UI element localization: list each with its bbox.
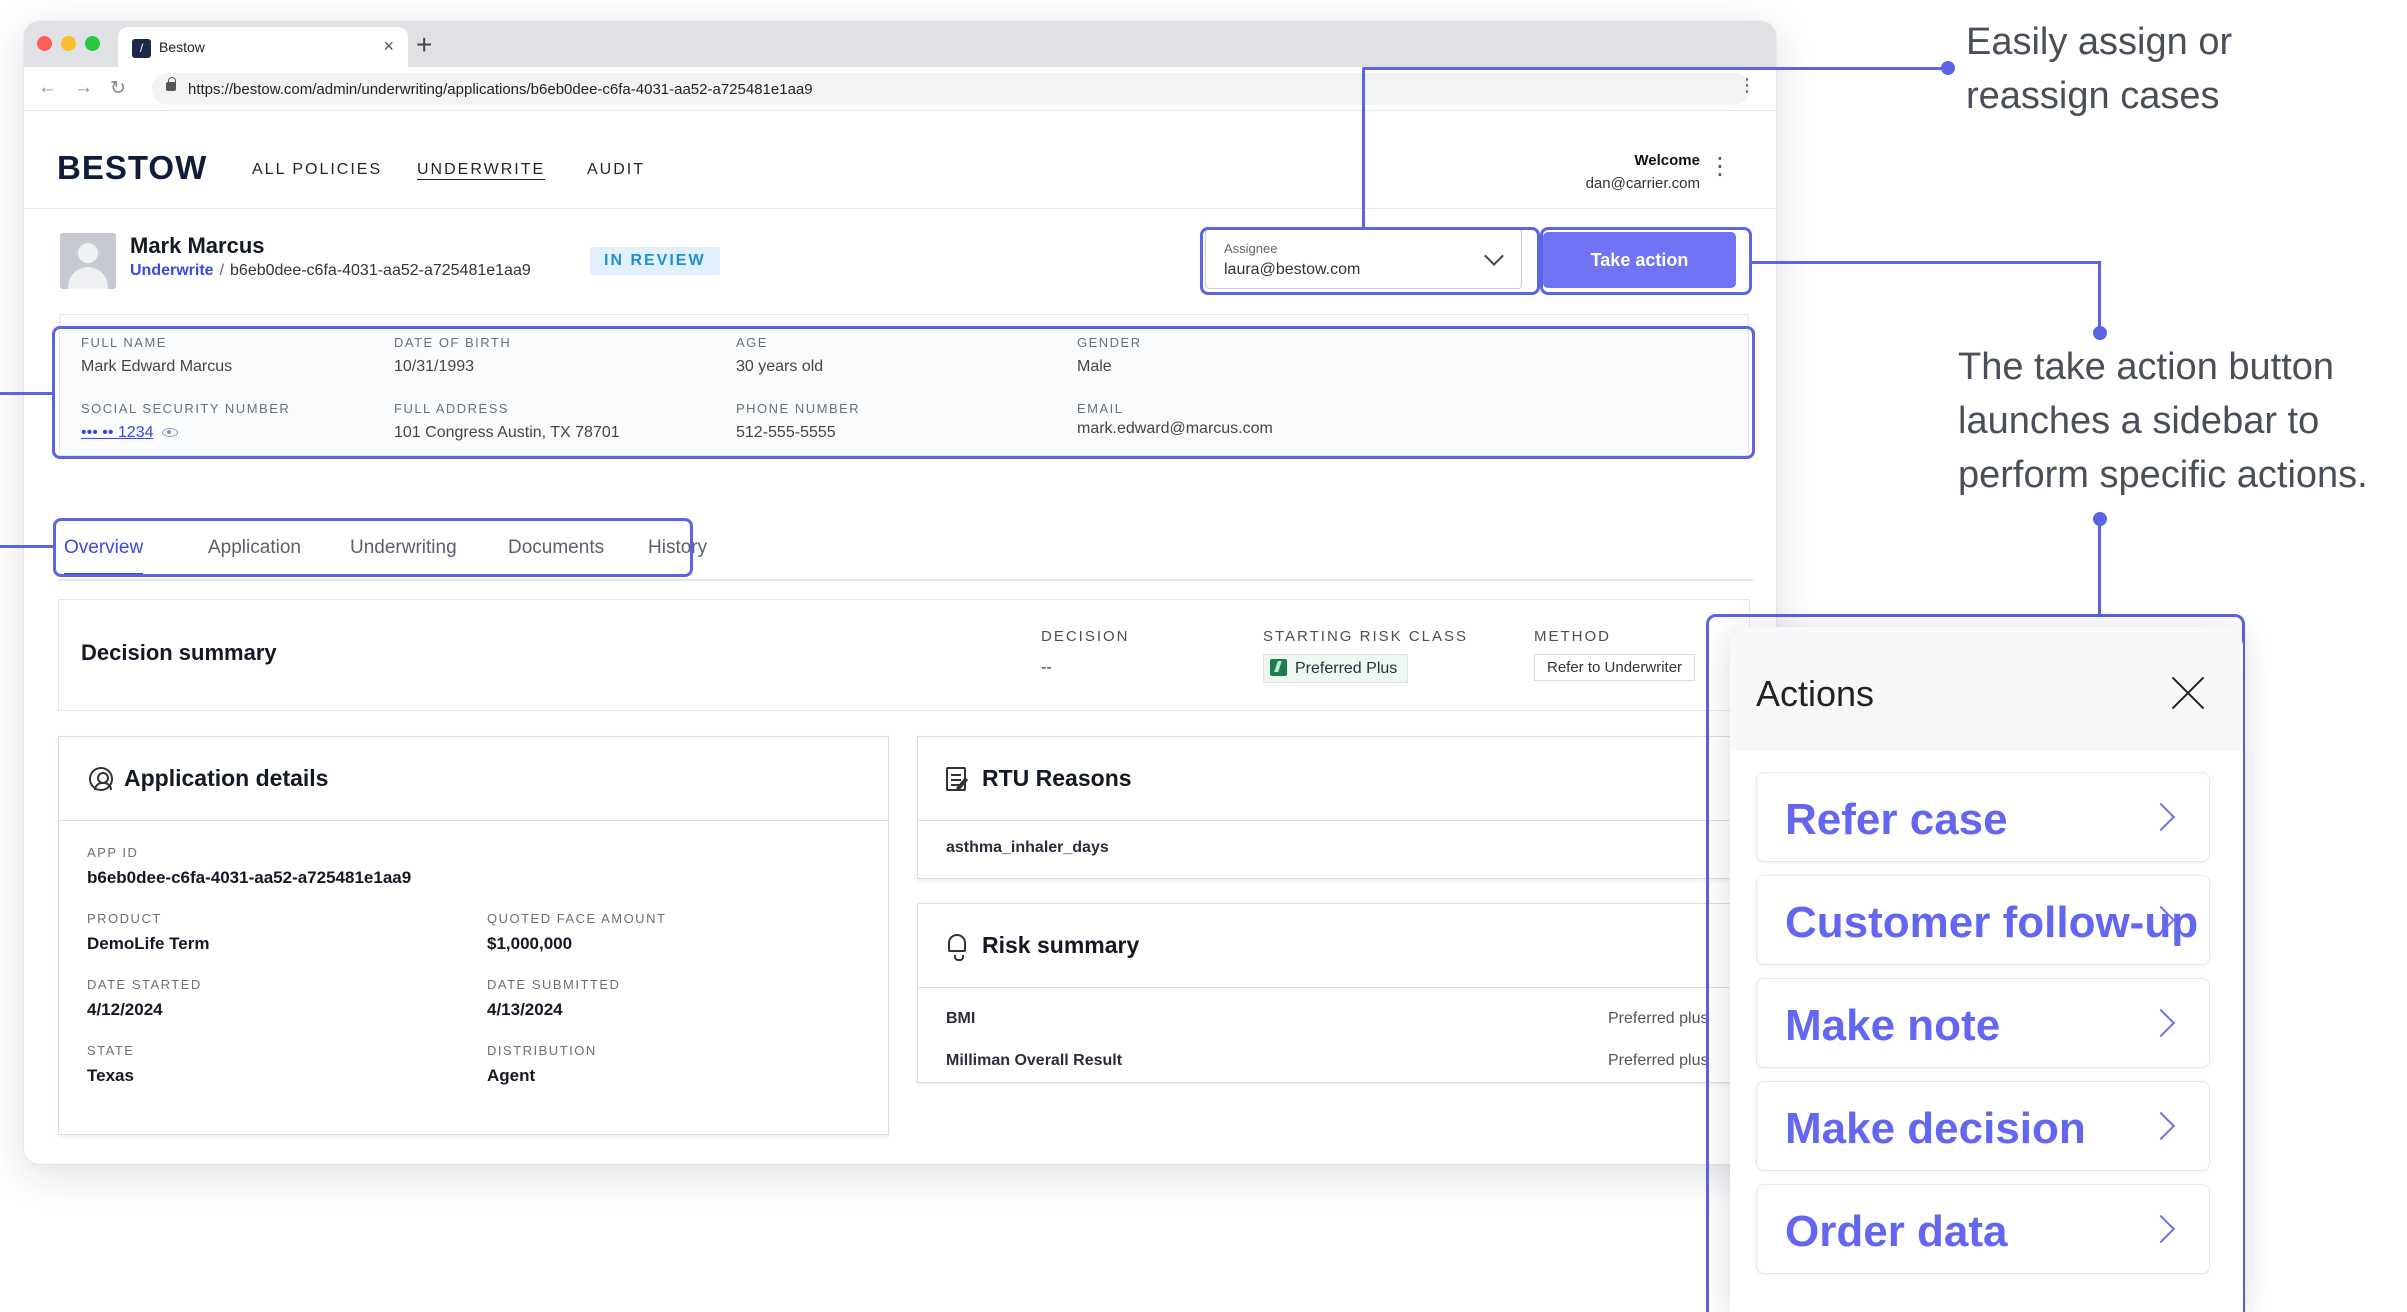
risk-summary-title: Risk summary — [982, 932, 1140, 958]
user-menu-icon[interactable]: ⋮ — [1708, 155, 1732, 179]
rtu-reasons-header: RTU Reasons — [918, 737, 1749, 821]
date-submitted-field: DATE SUBMITTED 4/13/2024 — [487, 977, 621, 1019]
reload-icon[interactable]: ↻ — [110, 77, 126, 100]
action-customer-follow-up[interactable]: Customer follow-up — [1756, 875, 2210, 965]
tabs-callout-line — [0, 545, 53, 548]
actions-title: Actions — [1756, 673, 1875, 714]
user-welcome: Welcome dan@carrier.com — [1586, 152, 1700, 192]
chevron-right-icon — [2146, 802, 2176, 832]
breadcrumb: Underwrite / b6eb0dee-c6fa-4031-aa52-a7254… — [130, 262, 531, 279]
browser-tab[interactable]: / Bestow × — [118, 27, 408, 67]
bestow-logo[interactable]: BESTOW — [57, 149, 207, 187]
back-arrow-icon[interactable]: ← — [38, 77, 57, 99]
risk-row-label: BMI — [946, 1010, 976, 1027]
assign-line-vertical — [1362, 70, 1365, 227]
date-started-field: DATE STARTED 4/12/2024 — [87, 977, 202, 1019]
risk-row-value: Preferred plus — [1608, 1010, 1709, 1027]
risk-summary-header: Risk summary — [918, 904, 1749, 988]
assign-annotation: Easily assign or reassign cases — [1966, 21, 2233, 117]
risk-row-value: Preferred plus — [1608, 1052, 1709, 1069]
leaf-icon — [1270, 659, 1287, 676]
quoted-face-amount-field: QUOTED FACE AMOUNT $1,000,000 — [487, 911, 667, 953]
chevron-right-icon — [2146, 1008, 2176, 1038]
app-id-field: APP ID b6eb0dee-c6fa-4031-aa52-a725481e1… — [87, 845, 412, 887]
info-callout-line — [0, 392, 52, 395]
breadcrumb-underwrite-link[interactable]: Underwrite — [130, 262, 214, 279]
action-make-note[interactable]: Make note — [1756, 978, 2210, 1068]
risk-row-label: Milliman Overall Result — [946, 1052, 1123, 1069]
decision-field: DECISION -- — [1041, 628, 1130, 676]
new-tab-icon[interactable]: + — [416, 29, 432, 61]
assign-line-horizontal — [1362, 67, 1947, 70]
close-tab-icon[interactable]: × — [383, 36, 394, 57]
marketing-canvas: / Bestow × + ← → ↻ https://bestow.com/ad… — [0, 0, 2407, 1312]
tabs-callout — [53, 518, 693, 577]
patient-avatar — [60, 233, 116, 289]
forward-arrow-icon[interactable]: → — [74, 77, 93, 99]
user-circle-icon — [89, 767, 113, 791]
starting-risk-class-field: STARTING RISK CLASS Preferred Plus — [1263, 628, 1468, 683]
take-action-dot — [2093, 326, 2107, 340]
chevron-right-icon — [2146, 1111, 2176, 1141]
chevron-right-icon — [2146, 1214, 2176, 1244]
nav-underwrite[interactable]: UNDERWRITE — [417, 161, 545, 179]
take-action-line-horizontal — [1752, 261, 2100, 264]
close-icon[interactable] — [2170, 675, 2206, 711]
application-details-header: Application details — [59, 737, 888, 821]
maximize-window-button[interactable] — [85, 36, 100, 51]
take-action-line-vertical — [2098, 261, 2101, 329]
status-badge: IN REVIEW — [590, 247, 720, 275]
nav-all-policies[interactable]: ALL POLICIES — [252, 161, 382, 179]
note-edit-icon — [946, 767, 966, 791]
rtu-reason-item: asthma_inhaler_days — [946, 839, 1109, 856]
method-field: METHOD Refer to Underwriter — [1534, 628, 1696, 681]
rtu-reasons-title: RTU Reasons — [982, 765, 1132, 791]
decision-summary-title: Decision summary — [81, 640, 277, 665]
assign-dot — [1941, 61, 1955, 75]
product-field: PRODUCT DemoLife Term — [87, 911, 210, 953]
url-text: https://bestow.com/admin/underwriting/ap… — [188, 81, 813, 98]
patient-name: Mark Marcus — [130, 233, 265, 258]
bestow-favicon-icon: / — [132, 39, 151, 58]
nav-audit[interactable]: AUDIT — [587, 161, 645, 179]
browser-menu-icon[interactable]: ⋮ — [1738, 75, 1756, 96]
app-header: BESTOW ALL POLICIES UNDERWRITE AUDIT Wel… — [24, 111, 1776, 209]
browser-tab-strip: / Bestow × + — [24, 21, 1776, 67]
risk-summary-card: Risk summary BMI Preferred plus Milliman… — [917, 903, 1750, 1083]
action-order-data[interactable]: Order data — [1756, 1184, 2210, 1274]
application-details-title: Application details — [124, 765, 329, 791]
method-pill: Refer to Underwriter — [1534, 654, 1696, 681]
welcome-label: Welcome — [1634, 152, 1700, 169]
browser-window: / Bestow × + ← → ↻ https://bestow.com/ad… — [24, 21, 1776, 1164]
state-field: STATE Texas — [87, 1043, 135, 1085]
user-email: dan@carrier.com — [1585, 175, 1700, 192]
risk-class-pill: Preferred Plus — [1263, 654, 1409, 683]
close-window-button[interactable] — [37, 36, 52, 51]
decision-summary-card: Decision summary DECISION -- STARTING RI… — [58, 599, 1750, 711]
browser-tab-title: Bestow — [159, 39, 205, 55]
info-card-callout — [52, 326, 1755, 459]
action-make-decision[interactable]: Make decision — [1756, 1081, 2210, 1171]
address-bar-row: ← → ↻ https://bestow.com/admin/underwrit… — [24, 67, 1776, 111]
url-bar[interactable]: https://bestow.com/admin/underwriting/ap… — [152, 73, 1750, 105]
application-details-card: Application details APP ID b6eb0dee-c6fa… — [58, 736, 889, 1135]
minimize-window-button[interactable] — [61, 36, 76, 51]
actions-header: Actions — [1730, 627, 2243, 751]
bell-icon — [948, 934, 966, 961]
breadcrumb-case-id: b6eb0dee-c6fa-4031-aa52-a725481e1aa9 — [230, 262, 531, 279]
distribution-field: DISTRIBUTION Agent — [487, 1043, 597, 1085]
actions-sidebar: Actions Refer case Customer follow-up Ma… — [1730, 627, 2243, 1312]
take-action-callout — [1540, 227, 1752, 295]
assignee-callout — [1200, 227, 1540, 295]
panel-line — [2098, 519, 2101, 615]
take-action-annotation: The take action button launches a sideba… — [1958, 346, 2368, 496]
rtu-reasons-card: RTU Reasons asthma_inhaler_days — [917, 736, 1750, 879]
action-refer-case[interactable]: Refer case — [1756, 772, 2210, 862]
lock-icon — [166, 77, 176, 91]
